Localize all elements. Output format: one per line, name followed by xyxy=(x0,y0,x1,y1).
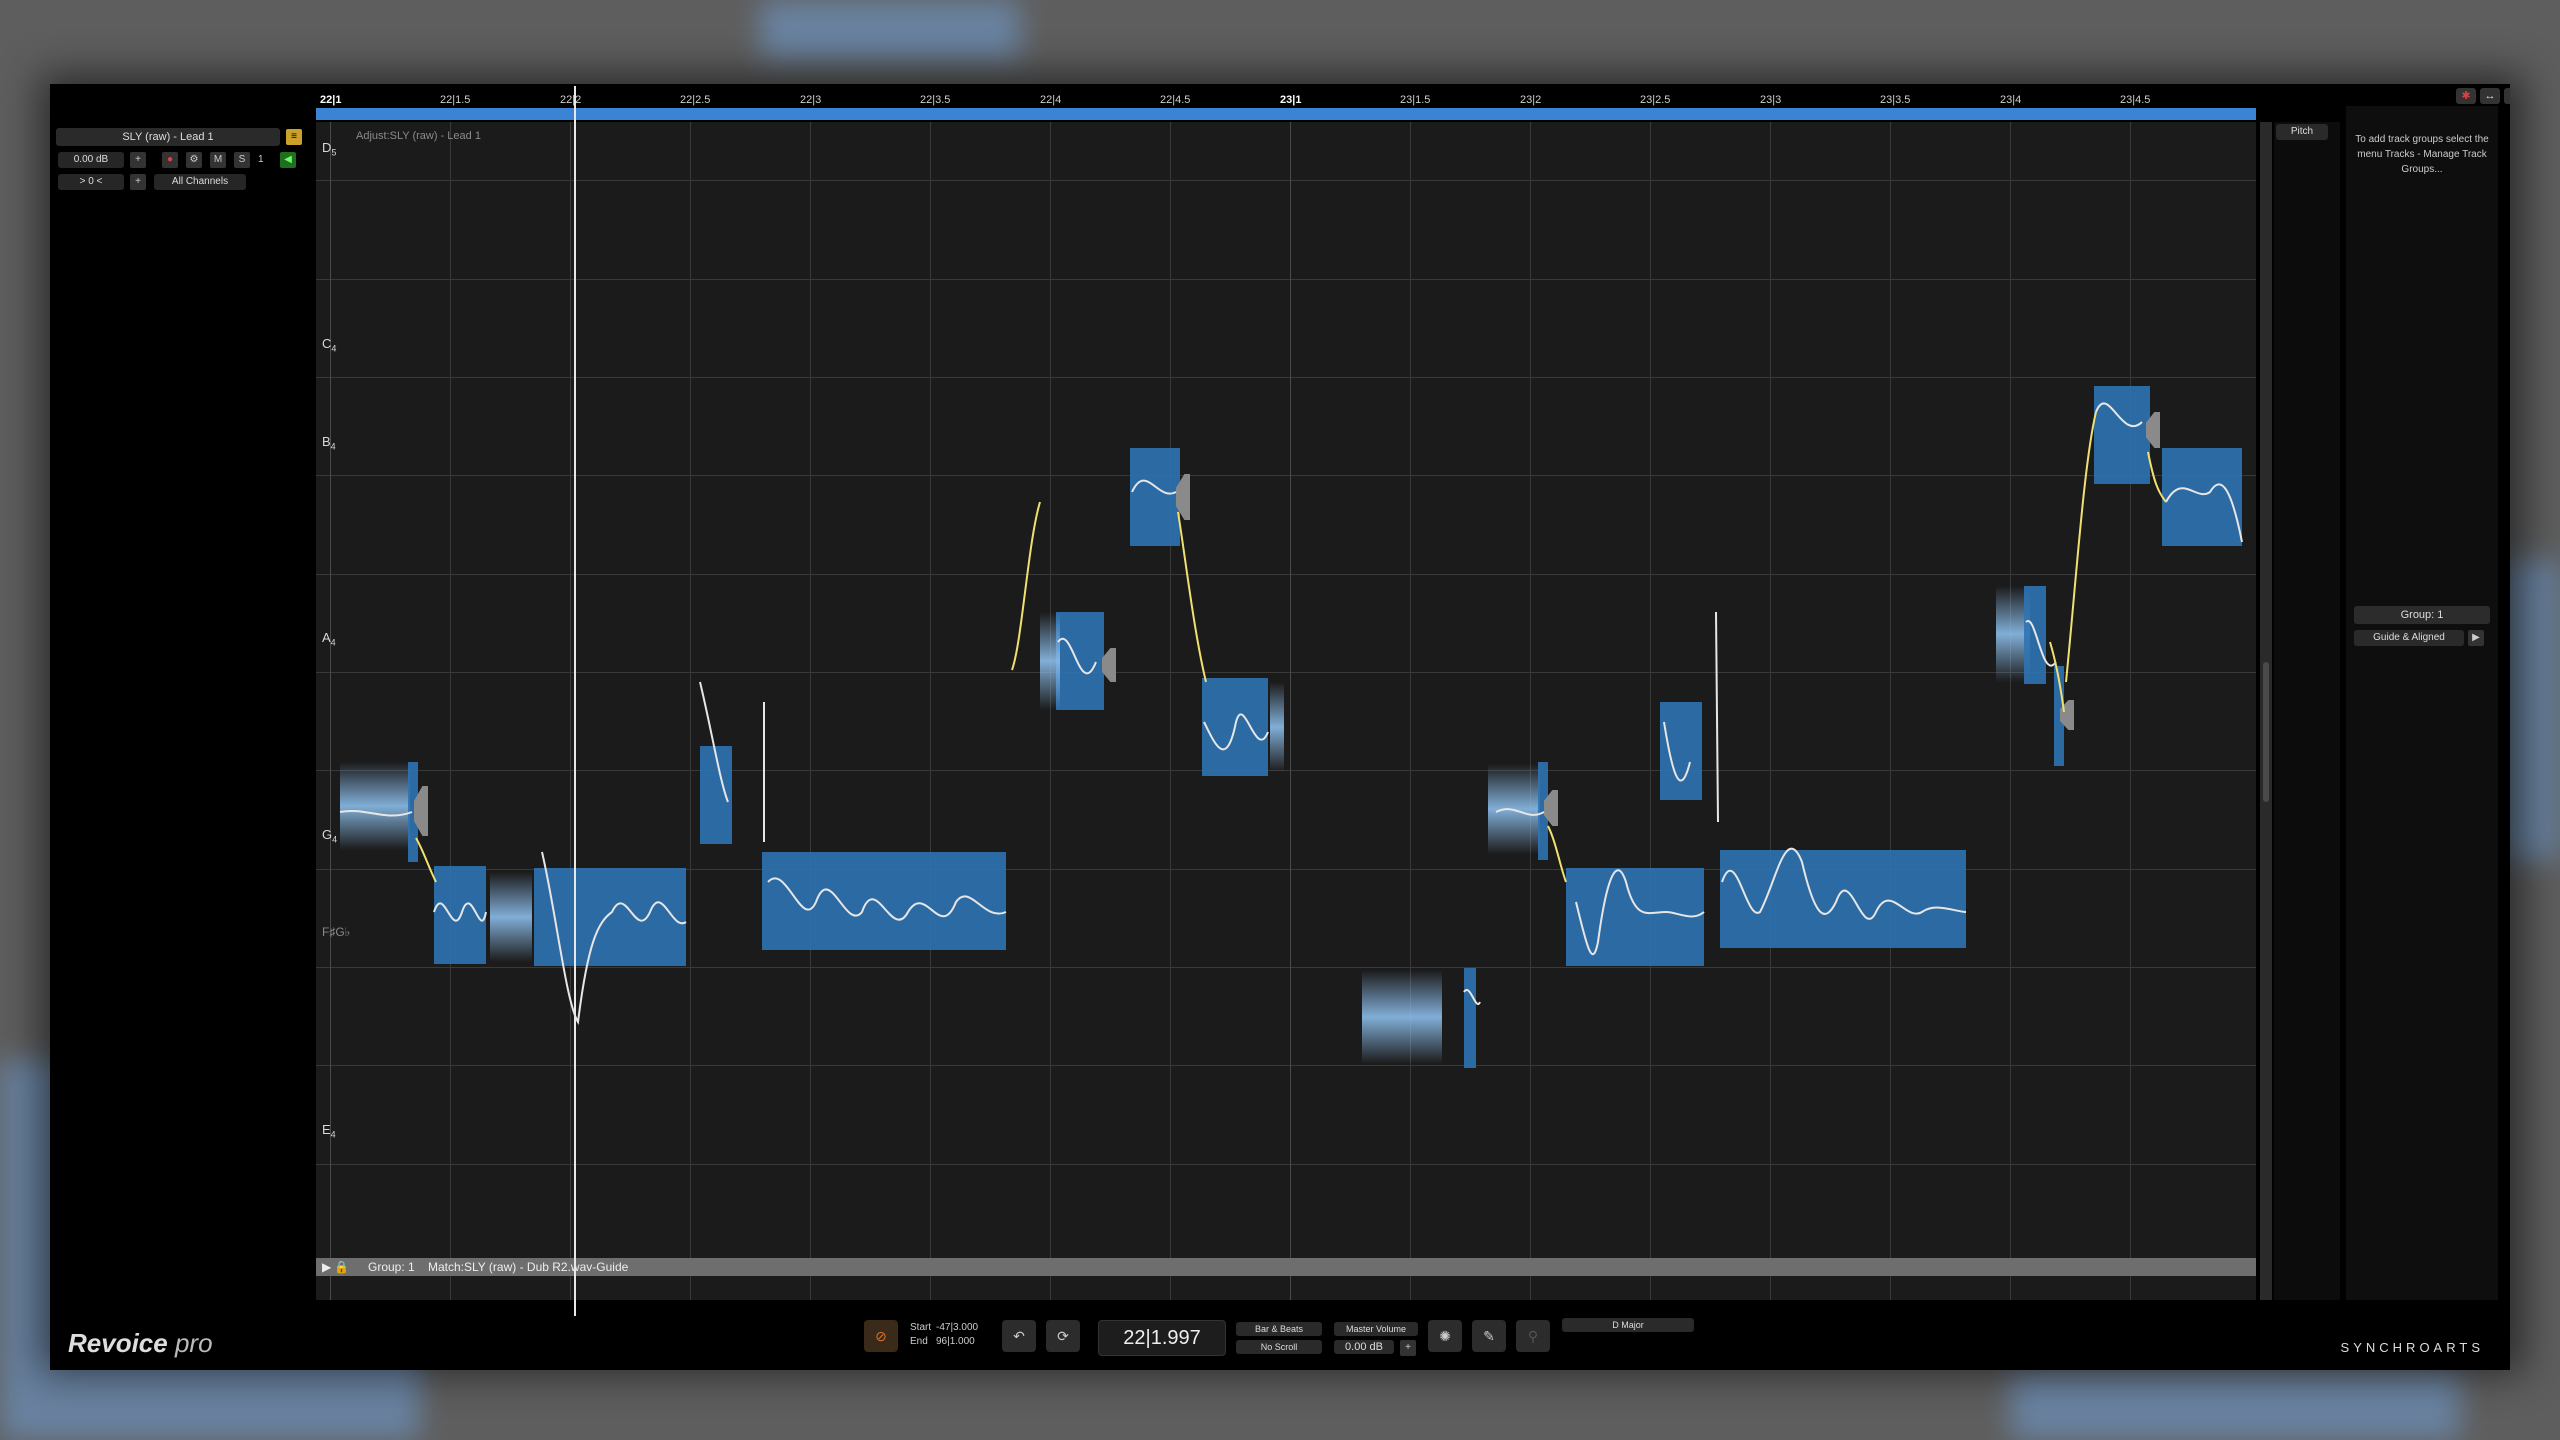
ruler-tick: 22|2.5 xyxy=(680,94,711,113)
solo-button[interactable]: S xyxy=(234,152,250,168)
end-label: End xyxy=(910,1336,928,1347)
track-groups-panel: To add track groups select the menu Trac… xyxy=(2346,106,2498,1302)
vertical-scrollbar[interactable] xyxy=(2260,122,2272,1322)
record-icon[interactable]: ● xyxy=(162,152,178,168)
master-volume-select[interactable]: Master Volume xyxy=(1334,1322,1418,1336)
bg-shape xyxy=(2010,1370,2460,1440)
ruler-tick: 23|2 xyxy=(1520,94,1542,113)
pitch-wheel-icon[interactable]: ✺ xyxy=(1428,1320,1462,1352)
track-number: 1 xyxy=(258,154,264,165)
play-group-icon[interactable]: ▶ xyxy=(2468,630,2484,646)
vertical-zoom-icon[interactable]: ↕ xyxy=(2504,88,2510,104)
start-label: Start xyxy=(910,1322,932,1333)
revoice-logo: Revoice pro xyxy=(68,1328,213,1358)
horizontal-zoom-icon[interactable]: ↔ xyxy=(2480,88,2500,104)
offset-plus-icon[interactable]: + xyxy=(130,174,146,190)
edit-tool-icon[interactable]: ✎ xyxy=(1472,1320,1506,1352)
guide-aligned-select[interactable]: Guide & Aligned xyxy=(2354,630,2464,646)
play-lane-icon[interactable]: ▶ xyxy=(322,1258,331,1276)
lock-icon[interactable]: 🔒 xyxy=(334,1258,349,1276)
end-value[interactable]: 96|1.000 xyxy=(936,1336,975,1347)
ruler-tick: 23|2.5 xyxy=(1640,94,1671,113)
group-select[interactable]: Group: 1 xyxy=(2354,606,2490,624)
track-color-icon[interactable]: ≡ xyxy=(286,129,302,145)
ruler-tick: 23|3.5 xyxy=(1880,94,1911,113)
loop-icon[interactable]: ⟳ xyxy=(1046,1320,1080,1352)
match-lane-label: Match:SLY (raw) - Dub R2.wav-Guide xyxy=(428,1260,629,1274)
alert-icon[interactable]: ✱ xyxy=(2456,88,2476,104)
pitch-curve-overlay xyxy=(339,402,2243,1026)
group-lane-label: Group: 1 xyxy=(368,1260,415,1274)
revoice-window: SLY (raw) - Lead 1 ≡ 0.00 dB + ● ⚙ M S 1… xyxy=(50,84,2510,1370)
region-selection-bar[interactable] xyxy=(316,108,2256,120)
channels-select[interactable]: All Channels xyxy=(154,174,246,190)
bottom-toolbar: Revoice pro ⊘ Start -47|3.000 End 96|1.0… xyxy=(50,1300,2510,1370)
ruler-tick: 23|1.5 xyxy=(1400,94,1431,113)
master-plus-icon[interactable]: + xyxy=(1400,1340,1416,1356)
ruler-tick: 23|3 xyxy=(1760,94,1782,113)
speaker-icon[interactable]: ◀ xyxy=(280,152,296,168)
scrollbar-thumb[interactable] xyxy=(2263,662,2269,802)
ruler-tick: 22|1 xyxy=(320,94,342,113)
volume-plus-icon[interactable]: + xyxy=(130,152,146,168)
pitch-strip xyxy=(2274,122,2340,1322)
ruler-tick: 22|3 xyxy=(800,94,822,113)
start-value[interactable]: -47|3.000 xyxy=(936,1322,978,1333)
ruler-tick: 22|4.5 xyxy=(1160,94,1191,113)
scroll-mode-select[interactable]: No Scroll xyxy=(1236,1340,1322,1354)
key-select[interactable]: D Major xyxy=(1562,1318,1694,1332)
bg-shape xyxy=(760,0,1020,60)
time-display[interactable]: 22|1.997 xyxy=(1098,1320,1226,1356)
disabled-tool-icon[interactable]: ⚲ xyxy=(1516,1320,1550,1352)
playhead-cursor[interactable] xyxy=(574,86,576,1316)
ruler-tick: 22|3.5 xyxy=(920,94,951,113)
track-volume[interactable]: 0.00 dB xyxy=(58,152,124,168)
undo-icon[interactable]: ↶ xyxy=(1002,1320,1036,1352)
ruler-tick: 22|1.5 xyxy=(440,94,471,113)
ruler-tick: 22|2 xyxy=(560,94,582,113)
match-lane[interactable]: ▶ 🔒 Group: 1 Match:SLY (raw) - Dub R2.wa… xyxy=(316,1258,2256,1276)
synchroarts-logo: SYNCHROARTS xyxy=(2340,1340,2484,1355)
track-offset[interactable]: > 0 < xyxy=(58,174,124,190)
pitch-select[interactable]: Pitch xyxy=(2276,124,2328,140)
ruler-tick: 23|4.5 xyxy=(2120,94,2151,113)
pitch-editor-grid[interactable]: Adjust:SLY (raw) - Lead 1 D5 C4 B4 A4 G4… xyxy=(316,122,2256,1320)
ruler-tick: 23|4 xyxy=(2000,94,2022,113)
master-volume-value[interactable]: 0.00 dB xyxy=(1334,1340,1394,1354)
ruler-tick: 23|1 xyxy=(1280,94,1302,113)
settings-gear-icon[interactable]: ⚙ xyxy=(186,152,202,168)
track-groups-hint: To add track groups select the menu Trac… xyxy=(2355,134,2489,175)
mute-button[interactable]: M xyxy=(210,152,226,168)
ruler-tick: 22|4 xyxy=(1040,94,1062,113)
track-name[interactable]: SLY (raw) - Lead 1 xyxy=(56,128,280,146)
link-icon[interactable]: ⊘ xyxy=(864,1320,898,1352)
time-format-select[interactable]: Bar & Beats xyxy=(1236,1322,1322,1336)
